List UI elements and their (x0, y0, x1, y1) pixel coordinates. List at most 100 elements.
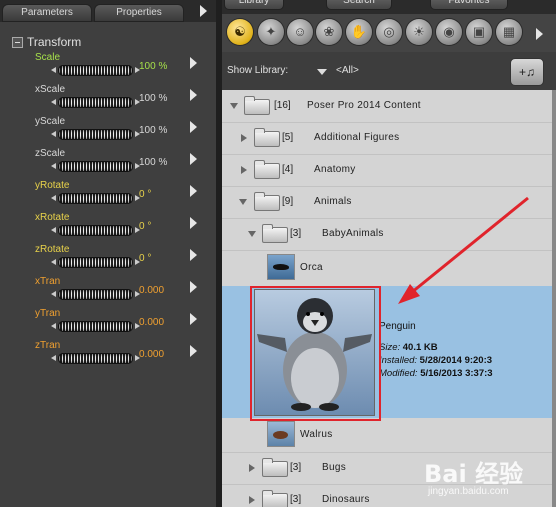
param-menu-arrow-icon[interactable] (190, 185, 197, 197)
folder-icon (254, 160, 280, 179)
param-value[interactable]: 0.000 (139, 317, 164, 328)
folder-count: [16] (274, 100, 291, 111)
param-value[interactable]: 100 % (139, 125, 167, 136)
param-label: Scale (35, 52, 61, 63)
expand-triangle-icon[interactable] (239, 199, 247, 205)
library-item-orca[interactable]: Orca (222, 250, 552, 286)
tab-library[interactable]: Library (224, 0, 284, 10)
param-value[interactable]: 0 ° (139, 189, 151, 200)
hands-icon[interactable]: ✋ (346, 19, 372, 45)
param-dial[interactable] (51, 225, 140, 236)
expand-triangle-icon[interactable] (230, 103, 238, 109)
item-name: Walrus (300, 429, 333, 440)
expand-triangle-icon[interactable] (249, 496, 255, 504)
item-installed: Installed: 5/28/2014 9:20:3 (379, 355, 493, 366)
left-tab-bar: Parameters Properties (0, 0, 216, 22)
param-xrotate[interactable]: xRotate 0 ° (0, 212, 216, 244)
tree-row-animals[interactable]: [9] Animals (222, 186, 552, 219)
param-value[interactable]: 100 % (139, 157, 167, 168)
param-yrotate[interactable]: yRotate 0 ° (0, 180, 216, 212)
tree-row-babyanimals[interactable]: [3] BabyAnimals (222, 218, 552, 251)
tab-search[interactable]: Search (326, 0, 392, 10)
tree-row-additional-figures[interactable]: [5] Additional Figures (222, 122, 552, 155)
param-value[interactable]: 0 ° (139, 253, 151, 264)
param-dial[interactable] (51, 353, 140, 364)
library-item-walrus[interactable]: Walrus (222, 418, 552, 453)
library-tab-bar: Library Search Favorites (222, 0, 556, 14)
param-label: xTran (35, 276, 61, 287)
param-menu-arrow-icon[interactable] (190, 313, 197, 325)
folder-name: Dinosaurs (322, 494, 370, 505)
expand-triangle-icon[interactable] (241, 134, 247, 142)
cameras-icon[interactable]: ◉ (436, 19, 462, 45)
scenes-icon[interactable]: ▦ (496, 19, 522, 45)
param-label: yScale (35, 116, 66, 127)
param-xtran[interactable]: xTran 0.000 (0, 276, 216, 308)
chevron-down-icon[interactable] (317, 69, 327, 75)
param-menu-arrow-icon[interactable] (190, 217, 197, 229)
expand-triangle-icon[interactable] (248, 231, 256, 237)
folder-count: [9] (282, 196, 294, 207)
param-menu-arrow-icon[interactable] (190, 249, 197, 261)
add-to-library-button[interactable]: +♫ (510, 58, 544, 86)
item-modified: Modified: 5/16/2013 3:37:3 (379, 368, 493, 379)
transform-section-header[interactable]: Transform (12, 35, 81, 49)
param-dial[interactable] (51, 129, 140, 140)
param-menu-arrow-icon[interactable] (190, 345, 197, 357)
param-dial[interactable] (51, 97, 140, 108)
param-value[interactable]: 0.000 (139, 349, 164, 360)
tab-parameters[interactable]: Parameters (2, 4, 92, 22)
collapse-icon[interactable] (12, 37, 23, 49)
param-zrotate[interactable]: zRotate 0 ° (0, 244, 216, 276)
param-value[interactable]: 100 % (139, 93, 167, 104)
folder-count: [3] (290, 494, 302, 505)
folder-icon (262, 458, 288, 477)
faces-icon[interactable]: ☺ (287, 19, 313, 45)
materials-icon[interactable]: ▣ (466, 19, 492, 45)
param-value[interactable]: 0 ° (139, 221, 151, 232)
tab-favorites[interactable]: Favorites (430, 0, 508, 10)
param-dial[interactable] (51, 65, 140, 76)
param-value[interactable]: 0.000 (139, 285, 164, 296)
param-menu-arrow-icon[interactable] (190, 57, 197, 69)
param-dial[interactable] (51, 321, 140, 332)
param-dial[interactable] (51, 161, 140, 172)
param-label: zScale (35, 148, 66, 159)
show-library-bar: Show Library: <All> +♫ (222, 52, 556, 90)
folder-icon (254, 128, 280, 147)
param-zscale[interactable]: zScale 100 % (0, 148, 216, 180)
param-dial[interactable] (51, 289, 140, 300)
props-icon[interactable]: ◎ (376, 19, 402, 45)
show-library-select[interactable]: <All> (336, 65, 359, 76)
param-scale[interactable]: Scale 100 % (0, 52, 216, 84)
folder-name: Additional Figures (314, 132, 400, 143)
library-panel: Library Search Favorites ☯ ✦ ☺ ❀ ✋ ◎ ☀ ◉… (222, 0, 556, 507)
hair-icon[interactable]: ❀ (316, 19, 342, 45)
param-menu-arrow-icon[interactable] (190, 121, 197, 133)
param-menu-arrow-icon[interactable] (190, 89, 197, 101)
param-value[interactable]: 100 % (139, 61, 167, 72)
param-dial[interactable] (51, 193, 140, 204)
param-ytran[interactable]: yTran 0.000 (0, 308, 216, 340)
icon-bar-more-arrow-icon[interactable] (536, 28, 543, 40)
param-label: xScale (35, 84, 66, 95)
figures-icon[interactable]: ☯ (227, 19, 253, 45)
show-library-label: Show Library: (227, 65, 289, 76)
tree-row-poser-pro-content[interactable]: [16] Poser Pro 2014 Content (222, 90, 552, 123)
lights-icon[interactable]: ☀ (406, 19, 432, 45)
param-yscale[interactable]: yScale 100 % (0, 116, 216, 148)
tree-row-anatomy[interactable]: [4] Anatomy (222, 154, 552, 187)
watermark-logo: Bai 经验 (424, 460, 524, 488)
param-ztran[interactable]: zTran 0.000 (0, 340, 216, 372)
expand-triangle-icon[interactable] (241, 166, 247, 174)
library-scrollbar[interactable] (552, 90, 556, 507)
param-xscale[interactable]: xScale 100 % (0, 84, 216, 116)
param-dial[interactable] (51, 257, 140, 268)
param-menu-arrow-icon[interactable] (190, 153, 197, 165)
poses-icon[interactable]: ✦ (258, 19, 284, 45)
tab-properties[interactable]: Properties (94, 4, 184, 22)
panel-menu-arrow-icon[interactable] (200, 5, 207, 17)
expand-triangle-icon[interactable] (249, 464, 255, 472)
param-label: yRotate (35, 180, 70, 191)
param-menu-arrow-icon[interactable] (190, 281, 197, 293)
